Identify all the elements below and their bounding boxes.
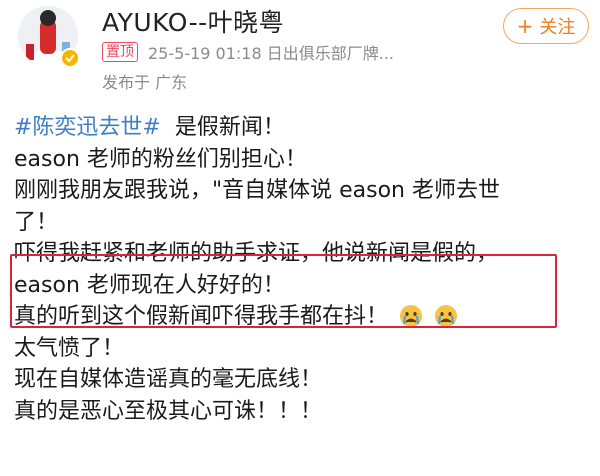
post-line: 刚刚我朋友跟我说，"音自媒体说 eason 老师去世 xyxy=(14,178,500,203)
follow-label: 关注 xyxy=(539,17,576,38)
post-line: 了！ xyxy=(14,209,59,235)
follow-button[interactable]: + 关注 xyxy=(503,8,589,44)
plus-icon: + xyxy=(516,14,534,38)
pinned-badge: 置顶 xyxy=(102,42,138,62)
post-line: #陈奕迅去世# 是假新闻！ xyxy=(14,112,594,144)
verified-badge-icon xyxy=(60,48,80,68)
location: 发布于 广东 xyxy=(102,73,188,92)
post-line: 太气愤了！ xyxy=(14,335,125,361)
hashtag-link[interactable]: #陈奕迅去世# xyxy=(14,115,161,140)
timestamp-source: 25-5-19 01:18 日出俱乐部厂牌... xyxy=(148,44,394,63)
highlight-box xyxy=(10,254,557,328)
post-header: AYUKO--叶晓粤 置顶 25-5-19 01:18 日出俱乐部厂牌... 发… xyxy=(0,0,600,100)
post-meta: 置顶 25-5-19 01:18 日出俱乐部厂牌... xyxy=(102,41,394,63)
post-line: 真的是恶心至极其心可诛！！！ xyxy=(14,398,323,424)
post-line: eason 老师的粉丝们别担心！ xyxy=(14,146,307,172)
post-line: 现在自媒体造谣真的毫无底线！ xyxy=(14,367,323,392)
post-text: 是假新闻！ xyxy=(174,115,285,140)
username[interactable]: AYUKO--叶晓粤 xyxy=(102,6,284,40)
